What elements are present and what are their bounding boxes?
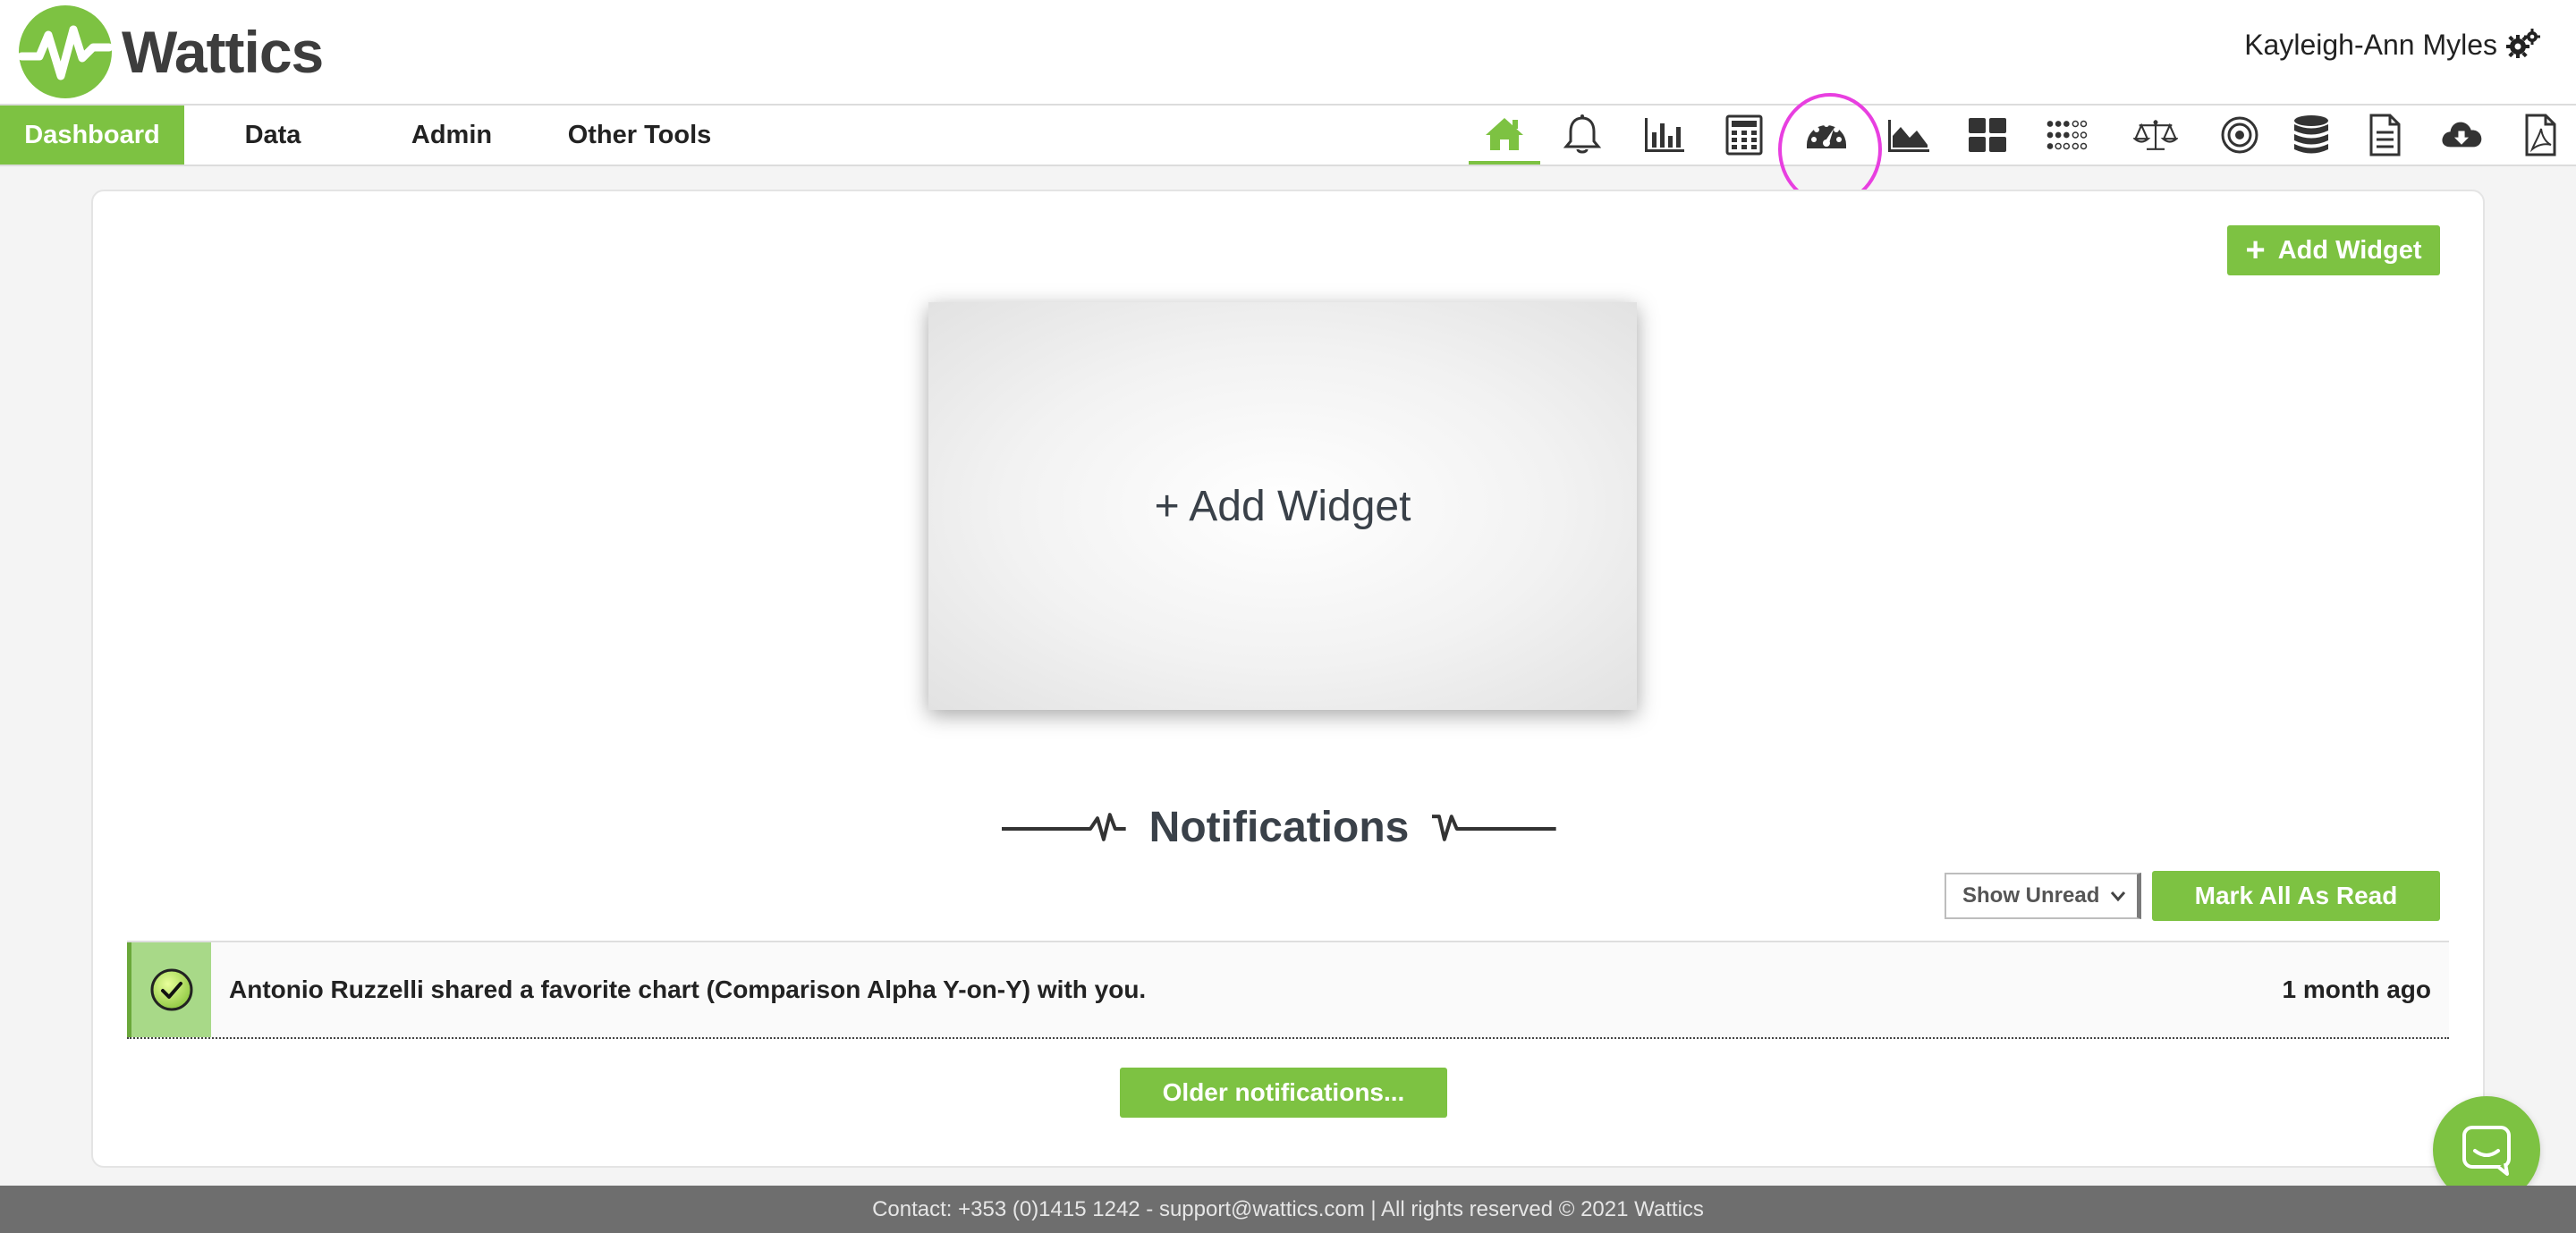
- older-notifications-button[interactable]: Older notifications...: [1120, 1068, 1447, 1118]
- database-icon: [2294, 115, 2328, 154]
- chat-icon: [2462, 1126, 2511, 1176]
- user-name: Kayleigh-Ann Myles: [2244, 28, 2497, 61]
- notification-message: Antonio Ruzzelli shared a favorite chart…: [229, 975, 1147, 1003]
- add-widget-label: Add Widget: [2277, 235, 2422, 265]
- footer: Contact: +353 (0)1415 1242 - support@wat…: [0, 1186, 2576, 1233]
- mark-all-read-button[interactable]: Mark All As Read: [2152, 871, 2440, 921]
- app-header: Wattics Kayleigh-Ann Myles: [0, 0, 2576, 104]
- nav-gauge[interactable]: [1791, 106, 1862, 165]
- chevron-down-icon: [2110, 891, 2126, 902]
- footer-text: Contact: +353 (0)1415 1242 - support@wat…: [872, 1196, 1704, 1221]
- user-menu[interactable]: Kayleigh-Ann Myles: [2244, 27, 2540, 63]
- dots-grid-icon: [2046, 120, 2088, 150]
- home-icon: [1486, 118, 1523, 150]
- notification-status: [127, 942, 211, 1037]
- document-icon: [2369, 114, 2401, 156]
- nav-target[interactable]: [2204, 106, 2275, 165]
- tab-admin[interactable]: Admin: [394, 106, 510, 165]
- pdf-icon: [2525, 114, 2556, 156]
- notifications-heading: Notifications: [1002, 796, 1556, 858]
- tab-other-tools[interactable]: Other Tools: [555, 106, 724, 165]
- cloud-download-icon: [2442, 122, 2482, 148]
- check-circle-icon: [150, 968, 192, 1011]
- notifications-title: Notifications: [1148, 803, 1410, 851]
- tab-data[interactable]: Data: [215, 106, 331, 165]
- nav-alerts[interactable]: [1546, 106, 1618, 165]
- add-widget-button[interactable]: + Add Widget: [2227, 225, 2440, 275]
- add-widget-placeholder-label: + Add Widget: [1154, 482, 1411, 530]
- notification-filter-value: Show Unread: [1962, 883, 2100, 908]
- calculator-icon: [1725, 114, 1763, 156]
- wattics-logo[interactable]: Wattics: [16, 2, 324, 102]
- tab-dashboard[interactable]: Dashboard: [0, 106, 184, 165]
- bell-icon: [1563, 114, 1602, 154]
- notification-time: 1 month ago: [2282, 975, 2431, 1003]
- nav-balance[interactable]: [2120, 106, 2191, 165]
- nav-database[interactable]: [2275, 106, 2347, 165]
- add-widget-placeholder[interactable]: + Add Widget: [928, 302, 1637, 710]
- nav-grid[interactable]: [1952, 106, 2023, 165]
- grid-icon: [1969, 118, 2006, 152]
- pulse-line-icon: [1002, 813, 1126, 841]
- nav-home[interactable]: [1469, 106, 1540, 165]
- main-nav: Dashboard Data Admin Other Tools: [0, 104, 2576, 166]
- nav-bar-chart[interactable]: [1628, 106, 1699, 165]
- brand-name: Wattics: [122, 19, 324, 85]
- wattics-logo-icon: [17, 5, 114, 98]
- gears-icon: [2506, 29, 2540, 58]
- dashboard-gauge-icon: [1807, 122, 1846, 148]
- nav-cloud-download[interactable]: [2426, 106, 2497, 165]
- nav-dots-grid[interactable]: [2032, 106, 2104, 165]
- target-icon: [2221, 116, 2258, 154]
- nav-document[interactable]: [2349, 106, 2420, 165]
- nav-pdf[interactable]: [2504, 106, 2576, 165]
- bar-chart-icon: [1645, 118, 1684, 152]
- pulse-line-icon: [1432, 815, 1556, 841]
- area-chart-icon: [1888, 120, 1929, 152]
- balance-scale-icon: [2133, 120, 2178, 150]
- plus-icon: +: [2245, 232, 2266, 269]
- notification-filter-select[interactable]: Show Unread: [1945, 873, 2141, 919]
- notification-item[interactable]: Antonio Ruzzelli shared a favorite chart…: [127, 941, 2449, 1039]
- nav-calculator[interactable]: [1708, 106, 1780, 165]
- nav-area-chart[interactable]: [1873, 106, 1945, 165]
